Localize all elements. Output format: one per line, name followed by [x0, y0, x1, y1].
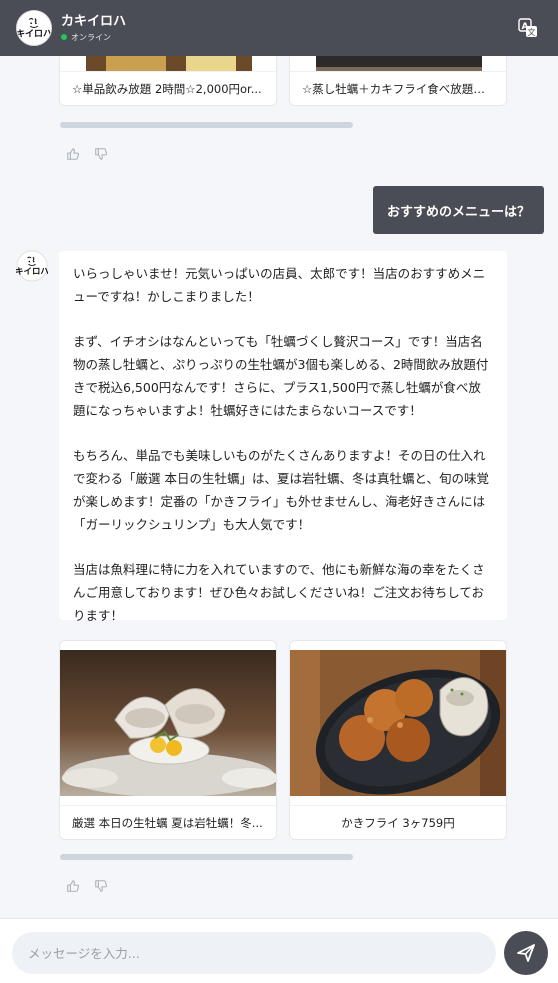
send-button[interactable] — [504, 931, 548, 975]
reaction-bar — [66, 879, 108, 893]
menu-card[interactable]: 厳選 本日の生牡蠣 夏は岩牡蠣！冬... — [59, 640, 277, 840]
bot-message-paragraph: 当店は魚料理に特に力を入れていますので、他にも新鮮な海の幸をたくさんご用意してお… — [73, 562, 485, 623]
menu-card[interactable]: かきフライ 3ヶ759円 — [289, 640, 507, 840]
menu-card-caption: ☆単品飲み放題 2時間☆2,000円or... — [72, 81, 262, 96]
thumbs-up-icon[interactable] — [66, 879, 80, 893]
shop-logo-icon: キイロハ — [17, 11, 51, 45]
bot-message-paragraph: いらっしゃいませ！元気いっぱいの店員、太郎です！当店のおすすめメニューですね！か… — [73, 266, 486, 304]
translate-icon[interactable]: A 文 — [518, 18, 538, 38]
carousel-scrollbar[interactable] — [60, 854, 353, 860]
send-icon — [517, 944, 535, 962]
thumbs-down-icon[interactable] — [94, 147, 108, 161]
thumbs-up-icon[interactable] — [66, 147, 80, 161]
menu-card-image — [290, 650, 506, 796]
thumbs-down-icon[interactable] — [94, 879, 108, 893]
menu-card-caption: 厳選 本日の生牡蠣 夏は岩牡蠣！冬... — [72, 815, 263, 830]
bot-message-paragraph: まず、イチオシはなんといっても「牡蠣づくし贅沢コース」です！当店名物の蒸し牡蠣と… — [73, 334, 489, 418]
bot-avatar: キイロハ — [16, 250, 48, 282]
carousel-scrollbar[interactable] — [60, 122, 353, 128]
logo-text: キイロハ — [17, 29, 51, 40]
user-message-bubble: おすすめのメニューは？ — [372, 186, 544, 234]
message-composer — [0, 918, 558, 983]
menu-card-caption: かきフライ 3ヶ759円 — [341, 815, 455, 830]
user-message-text: おすすめのメニューは？ — [386, 204, 530, 220]
online-status-text: オンライン — [71, 32, 111, 42]
bot-logo-text: キイロハ — [16, 266, 48, 276]
chat-title: カキイロハ — [61, 13, 127, 29]
menu-card-image — [60, 650, 276, 796]
svg-text:文: 文 — [528, 27, 536, 37]
bot-message-paragraph: もちろん、単品でも美味しいものがたくさんありますよ！その日の仕入れで変わる「厳選… — [73, 448, 489, 532]
message-input[interactable] — [12, 932, 496, 974]
chat-header: キイロハ カキイロハ オンライン A 文 — [0, 0, 558, 56]
shop-avatar: キイロハ — [16, 10, 52, 46]
menu-card-caption: ☆蒸し牡蠣＋カキフライ食べ放題コー... — [302, 81, 494, 96]
online-status-dot — [61, 34, 67, 40]
bot-message-bubble: いらっしゃいませ！元気いっぱいの店員、太郎です！当店のおすすめメニューですね！か… — [59, 251, 507, 623]
reaction-bar — [66, 147, 108, 161]
